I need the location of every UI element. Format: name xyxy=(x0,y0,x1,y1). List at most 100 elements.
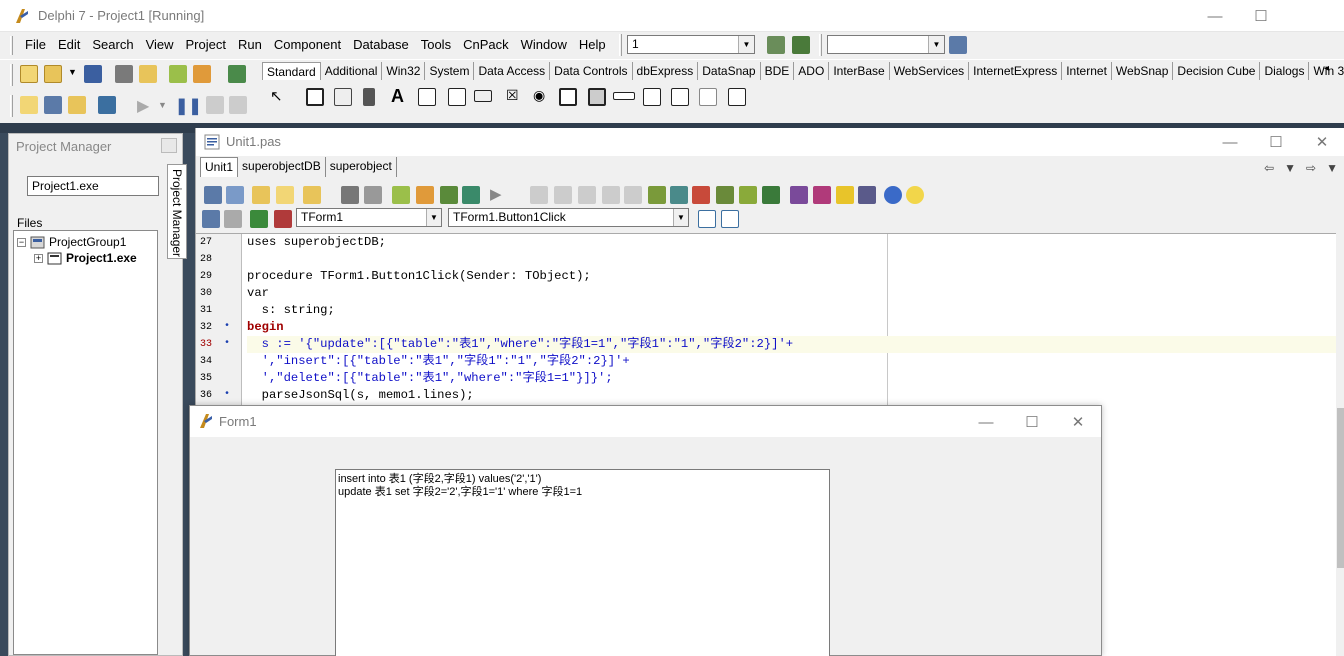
edit-icon[interactable] xyxy=(418,88,436,106)
memo-icon[interactable] xyxy=(448,88,466,106)
combobox-icon[interactable] xyxy=(588,88,606,106)
minimize-icon[interactable]: — xyxy=(963,406,1009,438)
button-icon[interactable] xyxy=(474,90,492,102)
checkbox-icon[interactable]: ☒ xyxy=(506,87,519,104)
editor-tool-icon[interactable] xyxy=(624,186,642,204)
pointer-icon[interactable]: ↖ xyxy=(270,87,283,105)
desktop-combo[interactable]: 1 ▼ xyxy=(627,35,755,54)
menu-help[interactable]: Help xyxy=(573,37,612,52)
editor-tool-icon[interactable] xyxy=(692,186,710,204)
listbox-icon[interactable] xyxy=(559,88,577,106)
tab-dialogs[interactable]: Dialogs xyxy=(1260,62,1310,80)
chevron-down-icon[interactable]: ▼ xyxy=(1284,161,1296,175)
menu-file[interactable]: File xyxy=(19,37,52,52)
close-icon[interactable]: ✕ xyxy=(1055,406,1101,438)
tab-bde[interactable]: BDE xyxy=(761,62,795,80)
chevron-down-icon[interactable]: ▼ xyxy=(928,36,944,53)
editor-tool-icon[interactable] xyxy=(648,186,666,204)
view-unit-icon[interactable] xyxy=(20,96,38,114)
expand-icon[interactable]: + xyxy=(34,253,43,263)
save-icon[interactable] xyxy=(84,65,102,83)
remove-from-project-icon[interactable] xyxy=(193,65,211,83)
chevron-down-icon[interactable]: ▼ xyxy=(1326,161,1338,175)
tab-decision-cube[interactable]: Decision Cube xyxy=(1173,62,1261,80)
editor-tool-icon[interactable] xyxy=(790,186,808,204)
chevron-down-icon[interactable]: ▼ xyxy=(673,209,688,226)
pause-icon[interactable]: ❚❚ xyxy=(175,96,202,116)
tab-unit1[interactable]: Unit1 xyxy=(200,157,239,177)
editor-tool-icon[interactable] xyxy=(226,186,244,204)
maximize-icon[interactable]: ☐ xyxy=(1253,126,1299,158)
tab-dbexpress[interactable]: dbExpress xyxy=(633,62,699,80)
debug-desktop-combo[interactable]: ▼ xyxy=(827,35,945,54)
editor-tool-icon[interactable] xyxy=(670,186,688,204)
close-icon[interactable] xyxy=(161,138,177,153)
open-project-icon[interactable] xyxy=(139,65,157,83)
tab-data-access[interactable]: Data Access xyxy=(474,62,551,80)
align-right-icon[interactable] xyxy=(721,210,739,228)
tab-websnap[interactable]: WebSnap xyxy=(1112,62,1174,80)
tree-item-project1[interactable]: + Project1.exe xyxy=(34,251,137,265)
toggle-form-unit-icon[interactable] xyxy=(68,96,86,114)
vertical-scrollbar[interactable] xyxy=(1336,233,1344,656)
back-icon[interactable]: ⇦ xyxy=(1264,161,1274,175)
set-debug-desktop-icon[interactable] xyxy=(792,36,810,54)
menu-project[interactable]: Project xyxy=(180,37,232,52)
editor-tool-icon[interactable] xyxy=(392,186,410,204)
tab-webservices[interactable]: WebServices xyxy=(890,62,970,80)
help-contents-icon[interactable] xyxy=(228,65,246,83)
run-icon[interactable]: ▶ xyxy=(137,96,149,116)
mainmenu-icon[interactable] xyxy=(306,88,324,106)
new-form-icon[interactable] xyxy=(98,96,116,114)
editor-tool-icon[interactable] xyxy=(716,186,734,204)
help-icon[interactable] xyxy=(884,186,902,204)
editor-tool-icon[interactable] xyxy=(416,186,434,204)
tab-superobject[interactable]: superobject xyxy=(326,157,397,177)
save-all-icon[interactable] xyxy=(115,65,133,83)
radiobutton-icon[interactable]: ◉ xyxy=(533,87,545,104)
editor-tool-icon[interactable] xyxy=(224,210,242,228)
chevron-down-icon[interactable]: ▼ xyxy=(426,209,441,226)
open-icon[interactable] xyxy=(44,65,62,83)
close-icon[interactable]: ✕ xyxy=(1299,126,1344,158)
groupbox-icon[interactable] xyxy=(643,88,661,106)
maximize-icon[interactable]: ☐ xyxy=(1238,0,1284,32)
editor-tool-icon[interactable] xyxy=(462,186,480,204)
tab-ado[interactable]: ADO xyxy=(794,62,830,80)
editor-tool-icon[interactable] xyxy=(530,186,548,204)
menu-window[interactable]: Window xyxy=(515,37,573,52)
menu-cnpack[interactable]: CnPack xyxy=(457,37,515,52)
panel-icon[interactable] xyxy=(699,88,717,106)
menu-edit[interactable]: Edit xyxy=(52,37,86,52)
menu-view[interactable]: View xyxy=(140,37,180,52)
tab-superobjectdb[interactable]: superobjectDB xyxy=(238,157,326,177)
menu-search[interactable]: Search xyxy=(86,37,139,52)
editor-tool-icon[interactable] xyxy=(252,186,270,204)
editor-tool-icon[interactable] xyxy=(602,186,620,204)
actionlist-icon[interactable] xyxy=(728,88,746,106)
forward-icon[interactable]: ⇨ xyxy=(1306,161,1316,175)
tip-icon[interactable] xyxy=(906,186,924,204)
editor-tool-icon[interactable] xyxy=(554,186,572,204)
tab-data-controls[interactable]: Data Controls xyxy=(550,62,633,80)
minimize-icon[interactable]: — xyxy=(1207,126,1253,158)
editor-tool-icon[interactable] xyxy=(364,186,382,204)
run-icon[interactable]: ▶ xyxy=(490,185,502,203)
view-form-icon[interactable] xyxy=(44,96,62,114)
editor-tool-icon[interactable] xyxy=(341,186,359,204)
label-icon[interactable]: A xyxy=(391,86,404,107)
editor-tool-icon[interactable] xyxy=(836,186,854,204)
palette-scroll-left-icon[interactable]: ◂ xyxy=(1324,63,1329,74)
popupmenu-icon[interactable] xyxy=(334,88,352,106)
menu-database[interactable]: Database xyxy=(347,37,415,52)
tab-internetexpress[interactable]: InternetExpress xyxy=(969,62,1063,80)
editor-tool-icon[interactable] xyxy=(813,186,831,204)
new-icon[interactable] xyxy=(20,65,38,83)
scrollbar-icon[interactable] xyxy=(613,92,635,100)
close-icon[interactable] xyxy=(1284,0,1344,32)
menu-component[interactable]: Component xyxy=(268,37,347,52)
class-combo[interactable]: TForm1 ▼ xyxy=(296,208,442,227)
editor-tool-icon[interactable] xyxy=(303,186,321,204)
step-over-icon[interactable] xyxy=(229,96,247,114)
editor-tool-icon[interactable] xyxy=(204,186,222,204)
